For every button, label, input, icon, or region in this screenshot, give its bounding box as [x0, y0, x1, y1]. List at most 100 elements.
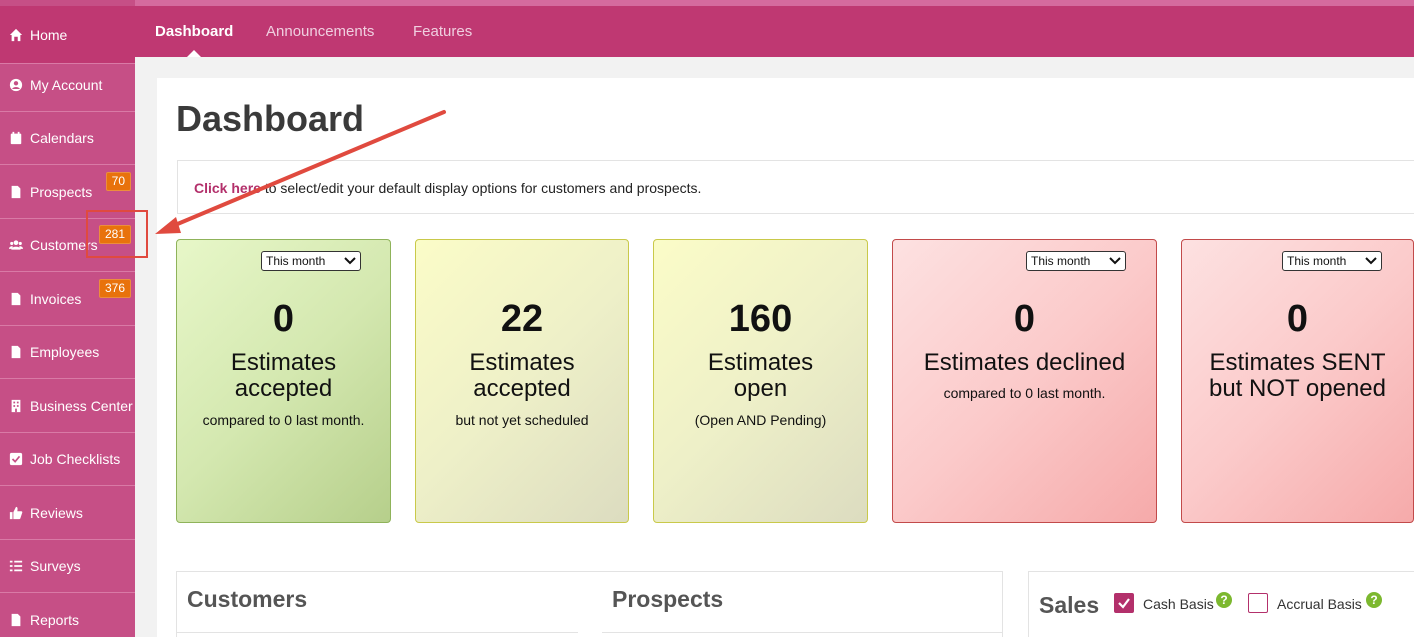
sidebar-item-label: Reports	[30, 612, 80, 628]
sidebar-item-label: Prospects	[30, 184, 93, 200]
document-icon	[8, 185, 24, 199]
metric-label: Estimates declined	[893, 350, 1156, 376]
tab-label: Features	[413, 23, 473, 40]
customers-count-badge: 281	[98, 225, 131, 244]
page-title: Dashboard	[176, 98, 365, 139]
chevron-down-icon	[344, 257, 356, 265]
sidebar-item-prospects[interactable]: Prospects 70	[0, 166, 135, 219]
checkmark-icon	[1118, 598, 1130, 609]
sidebar-item-label: My Account	[30, 77, 103, 93]
metric-label-line: accepted	[234, 375, 333, 402]
sidebar-item-employees[interactable]: Employees	[0, 326, 135, 379]
user-circle-icon	[8, 78, 24, 92]
chevron-down-icon	[1365, 257, 1377, 265]
sidebar-item-label: Employees	[30, 344, 100, 360]
sidebar-item-surveys[interactable]: Surveys	[0, 540, 135, 593]
sidebar-item-label: Job Checklists	[30, 451, 121, 467]
document-icon	[8, 292, 24, 306]
sidebar-item-business-center[interactable]: Business Center	[0, 380, 135, 433]
card-estimates-open: 160 Estimates open (Open AND Pending)	[653, 239, 868, 523]
card-estimates-accepted-not-scheduled: 22 Estimates accepted but not yet schedu…	[415, 239, 629, 523]
display-options-link[interactable]: Click here	[194, 180, 261, 196]
document-icon	[8, 613, 24, 627]
help-icon[interactable]: ?	[1216, 592, 1232, 608]
metric-label-line: open	[733, 375, 788, 402]
metric-label-line: Estimates SENT	[1209, 349, 1386, 376]
metric-comparison: compared to 0 last month.	[943, 385, 1106, 401]
sidebar-item-label: Home	[30, 26, 68, 43]
cash-basis-label: Cash Basis	[1143, 596, 1214, 612]
invoices-count-badge: 376	[98, 279, 131, 298]
sidebar-item-customers[interactable]: Customers 281	[0, 219, 135, 272]
metric-label-line: Estimates	[230, 349, 337, 376]
sidebar: Home My Account Calendars Prospects 70 C…	[0, 0, 135, 637]
sidebar-item-home[interactable]: Home	[0, 6, 135, 64]
active-tab-indicator	[187, 50, 202, 57]
metric-label-line: but NOT opened	[1208, 375, 1386, 402]
prospects-count-badge: 70	[105, 172, 131, 191]
divider	[177, 632, 578, 633]
home-icon	[8, 28, 24, 42]
sidebar-item-reviews[interactable]: Reviews	[0, 487, 135, 540]
period-select[interactable]: This month	[1026, 251, 1126, 271]
card-estimates-declined: This month 0 Estimates declined compared…	[892, 239, 1157, 523]
metric-label-line: Estimates declined	[923, 349, 1126, 376]
notice-text: to select/edit your default display opti…	[260, 180, 702, 196]
divider	[602, 632, 1003, 633]
users-icon	[8, 238, 24, 252]
period-select[interactable]: This month	[261, 251, 361, 271]
sidebar-item-label: Reviews	[30, 505, 83, 521]
metric-label-line: Estimates	[707, 349, 814, 376]
sidebar-item-label: Calendars	[30, 130, 94, 146]
sidebar-item-calendars[interactable]: Calendars	[0, 112, 135, 165]
period-select-value: This month	[266, 254, 326, 268]
cash-basis-checkbox[interactable]	[1114, 593, 1134, 613]
sidebar-item-label: Surveys	[30, 558, 81, 574]
metric-value: 0	[1286, 298, 1309, 340]
sidebar-item-my-account[interactable]: My Account	[0, 59, 135, 112]
thumbs-up-icon	[8, 506, 24, 520]
checkbox-icon	[8, 452, 24, 466]
tab-features[interactable]: Features	[413, 6, 472, 57]
metric-label-line: accepted	[473, 375, 571, 402]
tab-dashboard[interactable]: Dashboard	[155, 6, 233, 57]
display-options-notice: Click here to select/edit your default d…	[177, 160, 1414, 214]
metric-label: Estimates accepted	[416, 350, 628, 402]
customers-panel-title: Customers	[187, 586, 308, 612]
sales-panel-title: Sales	[1039, 592, 1100, 618]
metric-subtitle: (Open AND Pending)	[694, 412, 827, 428]
metric-label: Estimates open	[654, 350, 867, 402]
calendar-icon	[8, 131, 24, 145]
document-icon	[8, 345, 24, 359]
sidebar-item-invoices[interactable]: Invoices 376	[0, 273, 135, 326]
top-navigation: Dashboard Announcements Features	[135, 6, 1414, 57]
period-select[interactable]: This month	[1282, 251, 1382, 271]
card-estimates-accepted: This month 0 Estimates accepted compared…	[176, 239, 391, 523]
metric-value: 0	[272, 298, 295, 340]
list-icon	[8, 559, 24, 573]
sidebar-item-label: Invoices	[30, 291, 82, 307]
sidebar-item-label: Business Center	[30, 398, 133, 414]
prospects-panel-title: Prospects	[612, 586, 724, 612]
accrual-basis-checkbox[interactable]	[1248, 593, 1268, 613]
metric-label: Estimates SENT but NOT opened	[1182, 350, 1413, 402]
building-icon	[8, 399, 24, 413]
metric-value: 22	[500, 298, 544, 340]
sidebar-item-reports[interactable]: Reports	[0, 594, 135, 637]
tab-announcements[interactable]: Announcements	[266, 6, 374, 57]
metric-label: Estimates accepted	[177, 350, 390, 402]
help-icon[interactable]: ?	[1366, 592, 1382, 608]
sidebar-item-job-checklists[interactable]: Job Checklists	[0, 433, 135, 486]
sidebar-item-label: Customers	[30, 237, 98, 253]
metric-value: 0	[1013, 298, 1036, 340]
metric-label-line: Estimates	[469, 349, 575, 376]
accrual-basis-label: Accrual Basis	[1277, 596, 1362, 612]
tab-label: Announcements	[266, 23, 375, 40]
period-select-value: This month	[1287, 254, 1347, 268]
period-select-value: This month	[1031, 254, 1091, 268]
tab-label: Dashboard	[155, 23, 234, 40]
metric-subtitle: but not yet scheduled	[455, 412, 589, 428]
card-estimates-sent-not-opened: This month 0 Estimates SENT but NOT open…	[1181, 239, 1414, 523]
chevron-down-icon	[1109, 257, 1121, 265]
metric-comparison: compared to 0 last month.	[202, 412, 365, 428]
